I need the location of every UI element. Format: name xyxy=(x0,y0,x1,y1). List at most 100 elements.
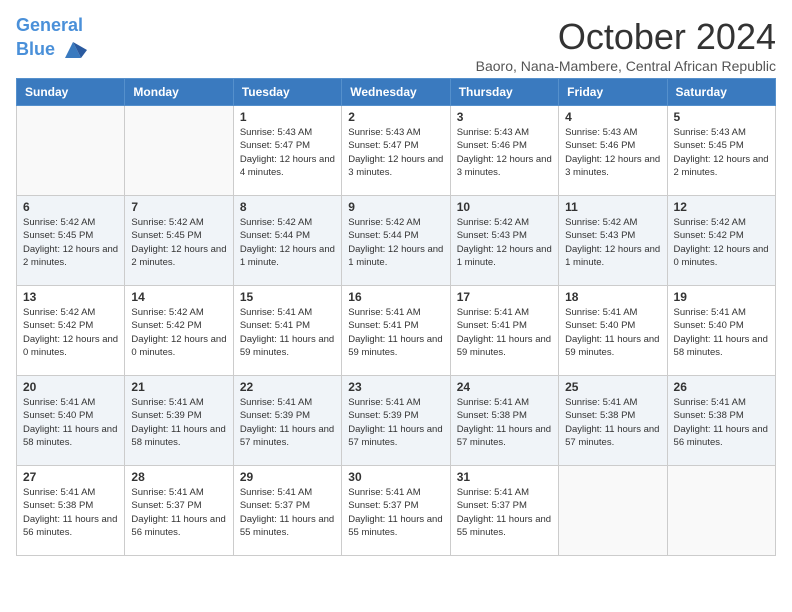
calendar-week-5: 27 Sunrise: 5:41 AM Sunset: 5:38 PM Dayli… xyxy=(17,466,776,556)
day-info: Sunrise: 5:41 AM Sunset: 5:38 PM Dayligh… xyxy=(565,396,660,449)
day-info: Sunrise: 5:41 AM Sunset: 5:39 PM Dayligh… xyxy=(348,396,443,449)
weekday-header-tuesday: Tuesday xyxy=(233,79,341,106)
day-number: 19 xyxy=(674,290,769,304)
day-number: 12 xyxy=(674,200,769,214)
calendar-cell: 7 Sunrise: 5:42 AM Sunset: 5:45 PM Daylig… xyxy=(125,196,233,286)
day-number: 25 xyxy=(565,380,660,394)
day-number: 14 xyxy=(131,290,226,304)
calendar-cell xyxy=(125,106,233,196)
day-number: 11 xyxy=(565,200,660,214)
day-info: Sunrise: 5:41 AM Sunset: 5:38 PM Dayligh… xyxy=(23,486,118,539)
day-info: Sunrise: 5:41 AM Sunset: 5:38 PM Dayligh… xyxy=(457,396,552,449)
day-number: 30 xyxy=(348,470,443,484)
day-number: 28 xyxy=(131,470,226,484)
day-info: Sunrise: 5:41 AM Sunset: 5:40 PM Dayligh… xyxy=(23,396,118,449)
day-info: Sunrise: 5:41 AM Sunset: 5:37 PM Dayligh… xyxy=(131,486,226,539)
day-info: Sunrise: 5:42 AM Sunset: 5:42 PM Dayligh… xyxy=(23,306,118,359)
calendar-cell xyxy=(17,106,125,196)
calendar-cell: 17 Sunrise: 5:41 AM Sunset: 5:41 PM Dayli… xyxy=(450,286,558,376)
day-info: Sunrise: 5:41 AM Sunset: 5:41 PM Dayligh… xyxy=(457,306,552,359)
day-info: Sunrise: 5:43 AM Sunset: 5:45 PM Dayligh… xyxy=(674,126,769,179)
day-number: 7 xyxy=(131,200,226,214)
day-number: 26 xyxy=(674,380,769,394)
day-info: Sunrise: 5:41 AM Sunset: 5:40 PM Dayligh… xyxy=(565,306,660,359)
day-info: Sunrise: 5:42 AM Sunset: 5:42 PM Dayligh… xyxy=(674,216,769,269)
calendar-cell: 28 Sunrise: 5:41 AM Sunset: 5:37 PM Dayli… xyxy=(125,466,233,556)
day-info: Sunrise: 5:43 AM Sunset: 5:46 PM Dayligh… xyxy=(457,126,552,179)
day-number: 2 xyxy=(348,110,443,124)
day-number: 6 xyxy=(23,200,118,214)
calendar-cell: 9Sunrise: 5:42 AM Sunset: 5:44 PM Daylig… xyxy=(342,196,450,286)
calendar-cell: 12 Sunrise: 5:42 AM Sunset: 5:42 PM Dayli… xyxy=(667,196,775,286)
calendar-cell: 27 Sunrise: 5:41 AM Sunset: 5:38 PM Dayli… xyxy=(17,466,125,556)
logo-icon xyxy=(59,36,87,64)
day-number: 15 xyxy=(240,290,335,304)
calendar-week-3: 13 Sunrise: 5:42 AM Sunset: 5:42 PM Dayli… xyxy=(17,286,776,376)
day-number: 21 xyxy=(131,380,226,394)
calendar-cell: 25 Sunrise: 5:41 AM Sunset: 5:38 PM Dayli… xyxy=(559,376,667,466)
calendar-cell: 29Sunrise: 5:41 AM Sunset: 5:37 PM Dayli… xyxy=(233,466,341,556)
calendar-cell: 21 Sunrise: 5:41 AM Sunset: 5:39 PM Dayli… xyxy=(125,376,233,466)
day-number: 13 xyxy=(23,290,118,304)
calendar-cell: 16Sunrise: 5:41 AM Sunset: 5:41 PM Dayli… xyxy=(342,286,450,376)
day-info: Sunrise: 5:42 AM Sunset: 5:44 PM Dayligh… xyxy=(240,216,335,269)
calendar-cell xyxy=(559,466,667,556)
day-number: 3 xyxy=(457,110,552,124)
weekday-header-saturday: Saturday xyxy=(667,79,775,106)
day-info: Sunrise: 5:43 AM Sunset: 5:46 PM Dayligh… xyxy=(565,126,660,179)
day-number: 5 xyxy=(674,110,769,124)
title-block: October 2024 Baoro, Nana-Mambere, Centra… xyxy=(476,16,776,74)
day-number: 17 xyxy=(457,290,552,304)
day-info: Sunrise: 5:42 AM Sunset: 5:43 PM Dayligh… xyxy=(565,216,660,269)
day-number: 22 xyxy=(240,380,335,394)
day-number: 27 xyxy=(23,470,118,484)
logo-subtext: Blue xyxy=(16,36,87,64)
calendar-cell: 30Sunrise: 5:41 AM Sunset: 5:37 PM Dayli… xyxy=(342,466,450,556)
calendar-cell: 23 Sunrise: 5:41 AM Sunset: 5:39 PM Dayli… xyxy=(342,376,450,466)
day-number: 10 xyxy=(457,200,552,214)
day-info: Sunrise: 5:41 AM Sunset: 5:40 PM Dayligh… xyxy=(674,306,769,359)
calendar-cell: 3 Sunrise: 5:43 AM Sunset: 5:46 PM Daylig… xyxy=(450,106,558,196)
day-info: Sunrise: 5:41 AM Sunset: 5:39 PM Dayligh… xyxy=(131,396,226,449)
weekday-header-friday: Friday xyxy=(559,79,667,106)
day-number: 4 xyxy=(565,110,660,124)
calendar-week-4: 20 Sunrise: 5:41 AM Sunset: 5:40 PM Dayli… xyxy=(17,376,776,466)
day-info: Sunrise: 5:42 AM Sunset: 5:45 PM Dayligh… xyxy=(131,216,226,269)
day-number: 1 xyxy=(240,110,335,124)
calendar-cell: 11 Sunrise: 5:42 AM Sunset: 5:43 PM Dayli… xyxy=(559,196,667,286)
day-number: 8 xyxy=(240,200,335,214)
day-info: Sunrise: 5:42 AM Sunset: 5:43 PM Dayligh… xyxy=(457,216,552,269)
calendar-cell: 18Sunrise: 5:41 AM Sunset: 5:40 PM Dayli… xyxy=(559,286,667,376)
weekday-header-monday: Monday xyxy=(125,79,233,106)
calendar-cell: 13 Sunrise: 5:42 AM Sunset: 5:42 PM Dayli… xyxy=(17,286,125,376)
weekday-header-wednesday: Wednesday xyxy=(342,79,450,106)
weekday-header-thursday: Thursday xyxy=(450,79,558,106)
day-number: 9 xyxy=(348,200,443,214)
calendar-table: SundayMondayTuesdayWednesdayThursdayFrid… xyxy=(16,78,776,556)
calendar-cell xyxy=(667,466,775,556)
calendar-cell: 14Sunrise: 5:42 AM Sunset: 5:42 PM Dayli… xyxy=(125,286,233,376)
day-info: Sunrise: 5:43 AM Sunset: 5:47 PM Dayligh… xyxy=(348,126,443,179)
day-info: Sunrise: 5:41 AM Sunset: 5:37 PM Dayligh… xyxy=(457,486,552,539)
page-header: General Blue October 2024 Baoro, Nana-Ma… xyxy=(16,16,776,74)
weekday-header-row: SundayMondayTuesdayWednesdayThursdayFrid… xyxy=(17,79,776,106)
day-info: Sunrise: 5:42 AM Sunset: 5:45 PM Dayligh… xyxy=(23,216,118,269)
calendar-cell: 6 Sunrise: 5:42 AM Sunset: 5:45 PM Daylig… xyxy=(17,196,125,286)
day-info: Sunrise: 5:41 AM Sunset: 5:39 PM Dayligh… xyxy=(240,396,335,449)
logo-text: General xyxy=(16,16,87,36)
logo: General Blue xyxy=(16,16,87,64)
day-number: 20 xyxy=(23,380,118,394)
day-number: 23 xyxy=(348,380,443,394)
calendar-cell: 5 Sunrise: 5:43 AM Sunset: 5:45 PM Daylig… xyxy=(667,106,775,196)
month-title: October 2024 xyxy=(476,16,776,58)
calendar-cell: 8 Sunrise: 5:42 AM Sunset: 5:44 PM Daylig… xyxy=(233,196,341,286)
weekday-header-sunday: Sunday xyxy=(17,79,125,106)
calendar-cell: 1Sunrise: 5:43 AM Sunset: 5:47 PM Daylig… xyxy=(233,106,341,196)
calendar-week-1: 1 Sunrise: 5:43 AM Sunset: 5:47 PM Daylig… xyxy=(17,106,776,196)
day-number: 16 xyxy=(348,290,443,304)
calendar-cell: 24Sunrise: 5:41 AM Sunset: 5:38 PM Dayli… xyxy=(450,376,558,466)
calendar-cell: 19 Sunrise: 5:41 AM Sunset: 5:40 PM Dayli… xyxy=(667,286,775,376)
day-info: Sunrise: 5:41 AM Sunset: 5:37 PM Dayligh… xyxy=(240,486,335,539)
day-info: Sunrise: 5:41 AM Sunset: 5:38 PM Dayligh… xyxy=(674,396,769,449)
location-subtitle: Baoro, Nana-Mambere, Central African Rep… xyxy=(476,58,776,74)
